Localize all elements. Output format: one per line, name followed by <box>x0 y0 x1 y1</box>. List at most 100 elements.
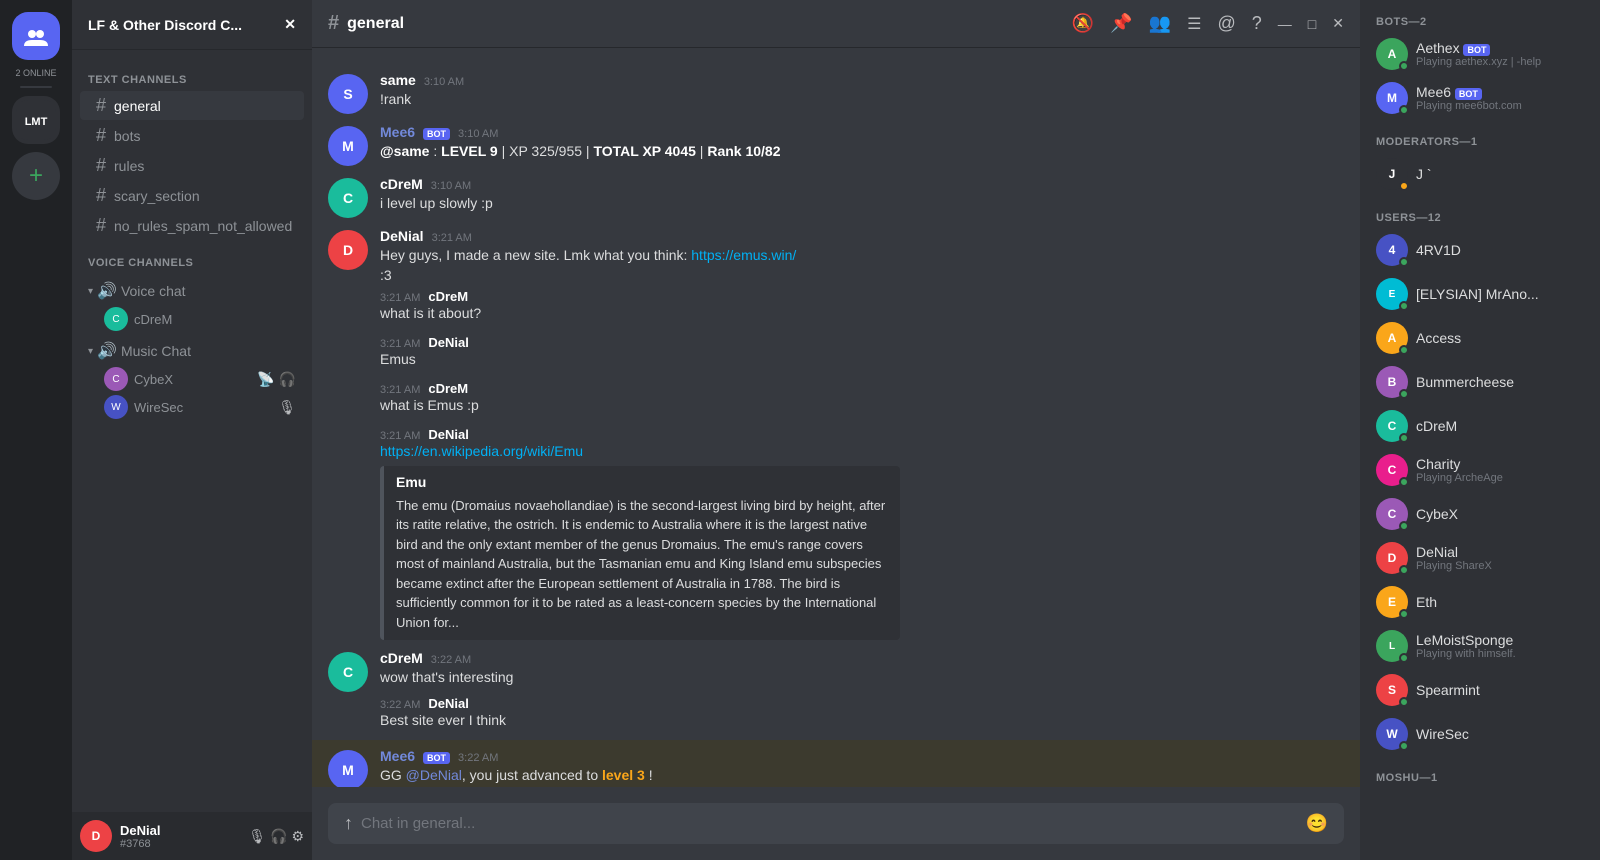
member-item-charity[interactable]: C Charity Playing ArcheAge <box>1368 448 1592 492</box>
member-item-bummercheese[interactable]: B Bummercheese <box>1368 360 1592 404</box>
message-timestamp: 3:21 AM <box>380 430 420 442</box>
members-icon[interactable]: 👥 <box>1149 13 1171 34</box>
message-content: Mee6 BOT 3:10 AM @same : LEVEL 9 | XP 32… <box>380 124 1344 166</box>
member-item-j[interactable]: J J ` <box>1368 152 1592 196</box>
member-info: Spearmint <box>1416 682 1584 698</box>
at-icon[interactable]: @ <box>1218 13 1236 34</box>
message-link[interactable]: https://en.wikipedia.org/wiki/Emu <box>380 443 583 459</box>
settings-button[interactable]: ⚙ <box>291 828 304 845</box>
channel-item-general[interactable]: # general <box>80 91 304 120</box>
message-avatar: C <box>328 652 368 692</box>
member-item-elysian[interactable]: E [ELYSIAN] MrAno... <box>1368 272 1592 316</box>
headset-button[interactable]: 🎧 <box>270 828 287 845</box>
message-header: cDreM 3:10 AM <box>380 176 1344 192</box>
channel-name-general: general <box>114 98 161 114</box>
member-item-aethex[interactable]: A Aethex BOT Playing aethex.xyz | -help <box>1368 32 1592 76</box>
message-content: 3:21 AM cDreM what is it about? <box>380 289 1344 331</box>
member-item-cdrem[interactable]: C cDreM <box>1368 404 1592 448</box>
member-item-eth[interactable]: E Eth <box>1368 580 1592 624</box>
svg-text:LMT: LMT <box>25 116 48 128</box>
member-avatar: B <box>1376 366 1408 398</box>
message-timestamp: 3:22 AM <box>458 752 498 764</box>
chat-channel-title: general <box>347 15 404 33</box>
message-content: same 3:10 AM !rank <box>380 72 1344 114</box>
message-timestamp: 3:21 AM <box>380 384 420 396</box>
mic-button[interactable]: 🎙 <box>248 828 266 845</box>
channel-item-rules[interactable]: # rules <box>80 151 304 180</box>
message-row: C cDreM 3:10 AM i level up slowly :p <box>312 168 1360 220</box>
server-name: LF & Other Discord C... <box>88 17 242 33</box>
status-dot <box>1399 565 1409 575</box>
message-row: 3:21 AM DeNial Emus <box>312 333 1360 379</box>
message-author: Mee6 <box>380 748 415 764</box>
voice-member-cybex: C CybeX 📡 🎧 <box>80 365 304 393</box>
member-item-lemoistsponge[interactable]: L LeMoistSponge Playing with himself. <box>1368 624 1592 668</box>
voice-channel-name-music: Music Chat <box>121 343 191 359</box>
upload-button[interactable]: ↑ <box>344 813 353 834</box>
bot-badge: BOT <box>1455 88 1482 100</box>
member-avatar: D <box>1376 542 1408 574</box>
server-icon-lmt[interactable]: LMT <box>12 96 60 144</box>
minimize-button[interactable]: — <box>1278 16 1292 32</box>
current-user-info: DeNial #3768 <box>120 823 240 850</box>
status-dot <box>1399 433 1409 443</box>
add-server-button[interactable]: + <box>12 152 60 200</box>
channel-hash-icon: # <box>96 185 106 206</box>
current-user-tag: #3768 <box>120 838 240 850</box>
channel-item-bots[interactable]: # bots <box>80 121 304 150</box>
message-timestamp: 3:21 AM <box>432 232 472 244</box>
maximize-button[interactable]: □ <box>1308 16 1316 32</box>
close-button[interactable]: ✕ <box>1332 15 1344 32</box>
user-controls: 🎙 🎧 ⚙ <box>248 828 304 845</box>
emoji-button[interactable]: 😊 <box>1306 813 1328 834</box>
message-timestamp: 3:21 AM <box>380 338 420 350</box>
member-item-spearmint[interactable]: S Spearmint <box>1368 668 1592 712</box>
message-author: cDreM <box>380 176 423 192</box>
server-header[interactable]: LF & Other Discord C... ✕ <box>72 0 312 50</box>
chat-input[interactable] <box>361 815 1298 832</box>
online-count: 2 ONLINE <box>15 68 56 78</box>
member-item-denial[interactable]: D DeNial Playing ShareX <box>1368 536 1592 580</box>
mute-bell-icon[interactable]: 🔕 <box>1072 13 1094 34</box>
message-header: DeNial 3:21 AM <box>380 228 1344 244</box>
member-avatar: L <box>1376 630 1408 662</box>
channel-name-rules: rules <box>114 158 144 174</box>
voice-member-name-cdrem: cDreM <box>134 312 172 327</box>
member-item-4rv1d[interactable]: 4 4RV1D <box>1368 228 1592 272</box>
channel-item-scary[interactable]: # scary_section <box>80 181 304 210</box>
member-name: LeMoistSponge <box>1416 632 1584 648</box>
channel-item-norules[interactable]: # no_rules_spam_not_allowed <box>80 211 304 240</box>
voice-channel-header-musicchat[interactable]: ▾ 🔊 Music Chat <box>80 337 304 365</box>
chevron-down-icon: ▾ <box>88 286 93 297</box>
pin-icon[interactable]: 📌 <box>1110 13 1132 34</box>
message-row: 3:22 AM DeNial Best site ever I think <box>312 694 1360 740</box>
user-area: D DeNial #3768 🎙 🎧 ⚙ <box>72 812 312 860</box>
status-dot <box>1399 741 1409 751</box>
member-avatar: 4 <box>1376 234 1408 266</box>
message-author: cDreM <box>380 650 423 666</box>
headphones-icon: 🎧 <box>279 371 296 388</box>
member-item-access[interactable]: A Access <box>1368 316 1592 360</box>
server-menu-icon[interactable]: ✕ <box>284 16 296 33</box>
member-item-cybex[interactable]: C CybeX <box>1368 492 1592 536</box>
search-icon[interactable]: ☰ <box>1187 14 1201 34</box>
help-icon[interactable]: ? <box>1252 13 1262 34</box>
current-username: DeNial <box>120 823 240 838</box>
member-item-wiresec[interactable]: W WireSec <box>1368 712 1592 756</box>
member-name: DeNial <box>1416 544 1584 560</box>
message-link[interactable]: https://emus.win/ <box>691 247 796 263</box>
message-row: 3:21 AM DeNial https://en.wikipedia.org/… <box>312 425 1360 642</box>
voice-channel-musicchat: ▾ 🔊 Music Chat C CybeX 📡 🎧 W WireSec 🎙 <box>80 337 304 421</box>
message-row: M Mee6 BOT 3:10 AM @same : LEVEL 9 | XP … <box>312 116 1360 168</box>
message-content: 3:21 AM DeNial https://en.wikipedia.org/… <box>380 427 1344 640</box>
message-text: Emus <box>380 350 1344 370</box>
member-item-mee6[interactable]: M Mee6 BOT Playing mee6bot.com <box>1368 76 1592 120</box>
member-avatar: C <box>1376 454 1408 486</box>
voice-channels-header: VOICE CHANNELS <box>72 241 312 273</box>
channel-hash-icon: # <box>96 155 106 176</box>
server-sidebar: 2 ONLINE LMT + <box>0 0 72 860</box>
server-icon-dm[interactable] <box>12 12 60 60</box>
voice-channel-header-voicechat[interactable]: ▾ 🔊 Voice chat <box>80 277 304 305</box>
message-row: S same 3:10 AM !rank <box>312 64 1360 116</box>
status-dot <box>1399 609 1409 619</box>
